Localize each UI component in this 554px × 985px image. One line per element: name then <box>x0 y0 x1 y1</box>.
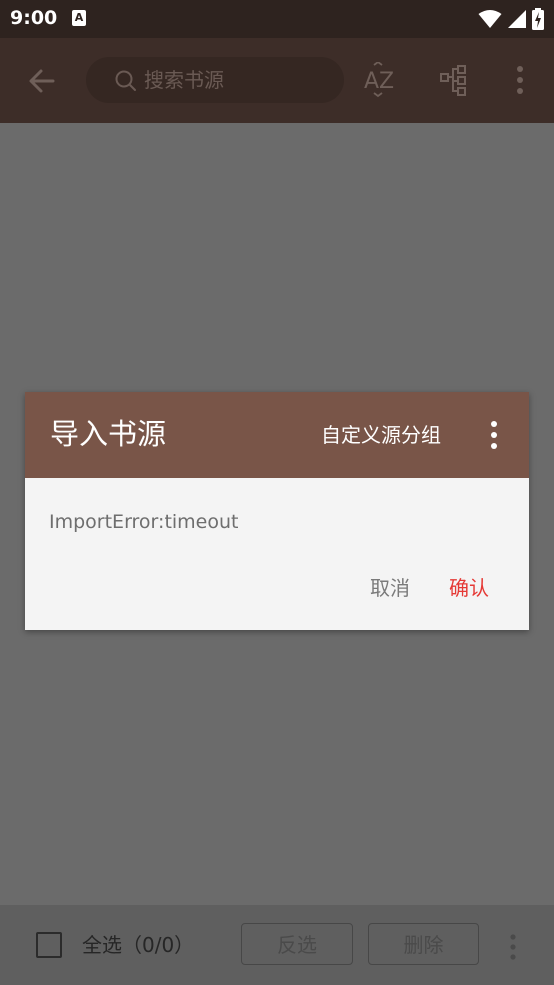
group-tree-icon[interactable] <box>437 63 473 99</box>
dialog-header: 导入书源 自定义源分组 <box>25 392 529 478</box>
more-vert-icon[interactable] <box>509 63 531 99</box>
status-icons <box>478 7 544 31</box>
select-all-label[interactable]: 全选（0/0） <box>82 932 194 958</box>
custom-group-button[interactable]: 自定义源分组 <box>321 423 441 447</box>
select-all-checkbox[interactable] <box>36 932 62 958</box>
a11y-a-icon: A <box>72 10 86 26</box>
bottom-action-bar: 全选（0/0） 反选 删除 <box>0 905 554 985</box>
sort-az-icon[interactable]: AZ <box>362 62 402 98</box>
dialog-message: ImportError:timeout <box>49 511 239 533</box>
more-vert-icon[interactable] <box>486 420 502 450</box>
svg-text:AZ: AZ <box>364 69 394 94</box>
dialog-body: ImportError:timeout 取消 确认 <box>25 478 529 630</box>
delete-button[interactable]: 删除 <box>368 923 479 965</box>
more-vert-icon[interactable] <box>503 933 523 961</box>
cancel-button[interactable]: 取消 <box>370 576 410 600</box>
invert-selection-button[interactable]: 反选 <box>241 923 353 965</box>
toolbar: 搜索书源 AZ <box>0 38 554 123</box>
signal-icon <box>508 10 526 28</box>
wifi-icon <box>478 10 502 28</box>
battery-charging-icon <box>532 8 544 30</box>
status-bar: 9:00 A <box>0 0 554 38</box>
arrow-back-icon[interactable] <box>26 65 58 97</box>
confirm-button[interactable]: 确认 <box>449 576 489 600</box>
import-dialog: 导入书源 自定义源分组 ImportError:timeout 取消 确认 <box>25 392 529 630</box>
status-time: 9:00 <box>10 7 58 29</box>
dialog-title: 导入书源 <box>50 417 167 451</box>
search-placeholder: 搜索书源 <box>144 68 224 92</box>
search-input[interactable]: 搜索书源 <box>86 57 344 103</box>
search-icon <box>115 70 136 91</box>
